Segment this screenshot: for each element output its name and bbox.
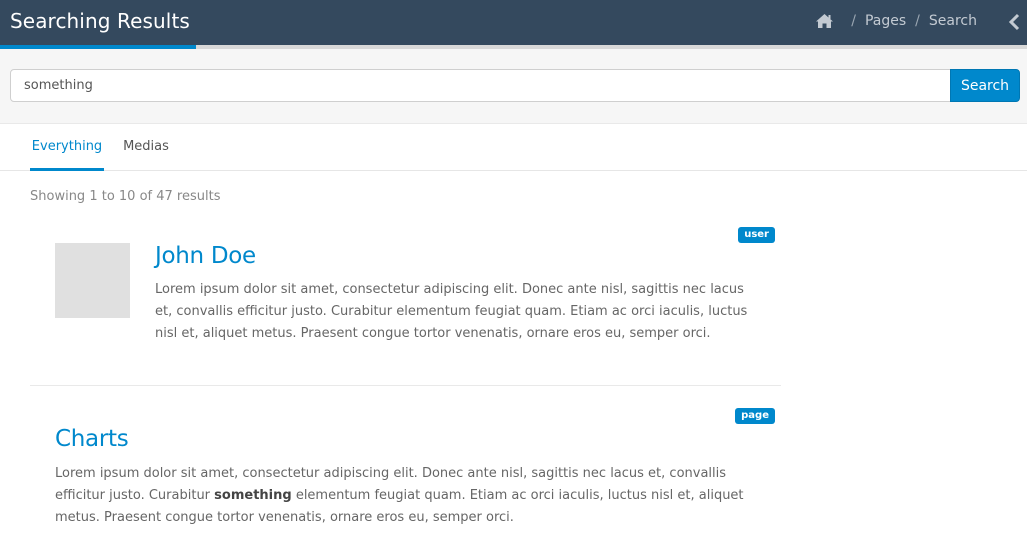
search-input[interactable]: [10, 69, 951, 102]
search-result: user John Doe Lorem ipsum dolor sit amet…: [30, 225, 781, 386]
results-summary: Showing 1 to 10 of 47 results: [30, 189, 221, 204]
breadcrumb-item-pages[interactable]: Pages: [865, 13, 906, 29]
search-highlight: something: [214, 488, 292, 503]
page-title: Searching Results: [10, 9, 190, 33]
result-tabs: Everything Medias: [0, 124, 1027, 171]
search-button[interactable]: Search: [950, 69, 1020, 102]
chevron-left-icon[interactable]: [1008, 13, 1020, 31]
search-result: page Charts Lorem ipsum dolor sit amet, …: [30, 406, 781, 536]
breadcrumb-separator: /: [851, 13, 856, 29]
breadcrumb: / Pages / Search: [815, 13, 977, 29]
home-icon[interactable]: [815, 13, 834, 29]
result-type-badge: page: [735, 408, 775, 424]
top-header: Searching Results / Pages / Search: [0, 0, 1027, 45]
tab-everything[interactable]: Everything: [30, 124, 104, 171]
breadcrumb-separator: /: [915, 13, 920, 29]
result-title-link[interactable]: John Doe: [155, 243, 256, 269]
tab-medias[interactable]: Medias: [118, 124, 174, 170]
result-snippet: Lorem ipsum dolor sit amet, consectetur …: [55, 463, 760, 529]
search-bar: Search: [0, 49, 1027, 124]
result-snippet: Lorem ipsum dolor sit amet, consectetur …: [155, 282, 748, 341]
breadcrumb-item-search: Search: [928, 13, 977, 29]
avatar[interactable]: [55, 243, 130, 318]
result-title-link[interactable]: Charts: [55, 426, 129, 452]
result-type-badge: user: [738, 227, 775, 243]
